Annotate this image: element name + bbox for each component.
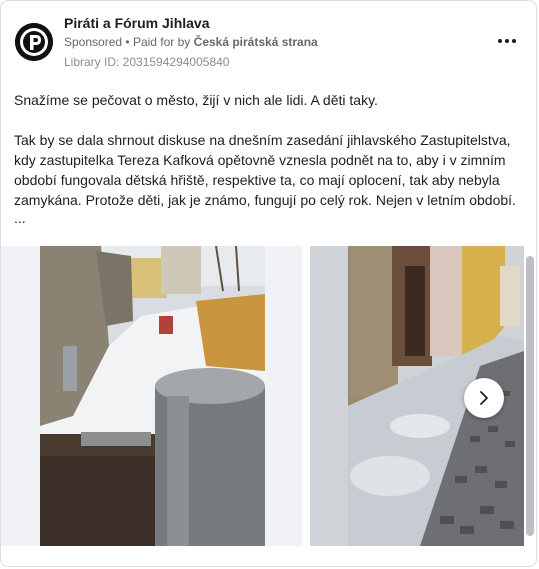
see-more-ellipsis[interactable]: ... xyxy=(14,210,26,226)
carousel-scrollbar[interactable] xyxy=(526,256,534,536)
sponsored-label: Sponsored xyxy=(64,35,123,49)
playground-photo xyxy=(1,246,302,546)
sponsored-line: Sponsored • Paid for by Česká pirátská s… xyxy=(64,35,318,49)
chevron-right-icon xyxy=(480,391,488,405)
body-paragraph-2: Tak by se dala shrnout diskuse na dnešní… xyxy=(14,132,516,208)
more-options-icon xyxy=(498,39,502,43)
pirate-party-logo-icon xyxy=(15,23,53,61)
carousel-next-button[interactable] xyxy=(464,378,504,418)
carousel-image-1[interactable] xyxy=(1,246,302,546)
sponsor-name: Česká pirátská strana xyxy=(193,35,318,49)
more-options-button[interactable] xyxy=(493,31,521,51)
image-carousel xyxy=(1,246,536,546)
body-paragraph-1: Snažíme se pečovat o město, žijí v nich … xyxy=(14,92,378,108)
ad-card: Piráti a Fórum Jihlava Sponsored • Paid … xyxy=(0,0,537,567)
separator-dot: • xyxy=(125,35,130,49)
page-name-link[interactable]: Piráti a Fórum Jihlava xyxy=(64,15,210,31)
ad-body-text: Snažíme se pečovat o město, žijí v nich … xyxy=(14,90,526,210)
page-avatar[interactable] xyxy=(15,23,53,61)
library-id: Library ID: 2031594294005840 xyxy=(64,55,230,69)
paid-for-by-label: Paid for by xyxy=(132,35,191,49)
